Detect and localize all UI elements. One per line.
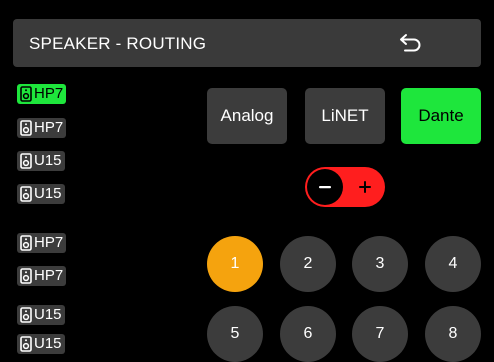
channel-2-button[interactable]: 2 [280, 236, 336, 292]
speaker-item-7[interactable]: U15 [17, 305, 65, 325]
toggle-knob [307, 169, 343, 205]
speaker-icon [20, 186, 32, 202]
speaker-item-5[interactable]: HP7 [17, 233, 67, 253]
speaker-item-label: HP7 [34, 267, 64, 284]
back-button[interactable] [393, 25, 429, 61]
channel-3-button[interactable]: 3 [352, 236, 408, 292]
speaker-icon [20, 120, 32, 136]
speaker-icon [20, 336, 32, 352]
speaker-item-label: U15 [34, 152, 62, 169]
speaker-item-label: U15 [34, 335, 62, 352]
speaker-item-4[interactable]: U15 [17, 184, 65, 204]
speaker-item-3[interactable]: U15 [17, 151, 65, 171]
speaker-item-label: U15 [34, 185, 62, 202]
speaker-item-label: HP7 [34, 85, 64, 102]
source-analog-button[interactable]: Analog [207, 88, 287, 144]
channel-6-button[interactable]: 6 [280, 306, 336, 362]
header-bar: SPEAKER - ROUTING [13, 19, 481, 67]
speaker-item-1[interactable]: HP7 [17, 84, 67, 104]
toggle-plus [351, 173, 379, 201]
channel-4-button[interactable]: 4 [425, 236, 481, 292]
undo-arrow-icon [400, 34, 421, 52]
speaker-icon [20, 235, 32, 251]
page-title: SPEAKER - ROUTING [29, 34, 207, 53]
channel-1-button[interactable]: 1 [207, 236, 263, 292]
speaker-item-label: U15 [34, 306, 62, 323]
plus-icon [359, 181, 371, 193]
speaker-item-label: HP7 [34, 234, 64, 251]
source-dante-button[interactable]: Dante [401, 88, 481, 144]
speaker-icon [20, 153, 32, 169]
minus-icon [319, 186, 331, 189]
speaker-item-label: HP7 [34, 119, 64, 136]
speaker-icon [20, 268, 32, 284]
polarity-toggle[interactable] [305, 167, 385, 207]
speaker-item-8[interactable]: U15 [17, 334, 65, 354]
channel-7-button[interactable]: 7 [352, 306, 408, 362]
speaker-icon [20, 86, 32, 102]
speaker-icon [20, 307, 32, 323]
channel-8-button[interactable]: 8 [425, 306, 481, 362]
source-linet-button[interactable]: LiNET [305, 88, 385, 144]
channel-5-button[interactable]: 5 [207, 306, 263, 362]
speaker-item-6[interactable]: HP7 [17, 266, 67, 286]
speaker-item-2[interactable]: HP7 [17, 118, 67, 138]
